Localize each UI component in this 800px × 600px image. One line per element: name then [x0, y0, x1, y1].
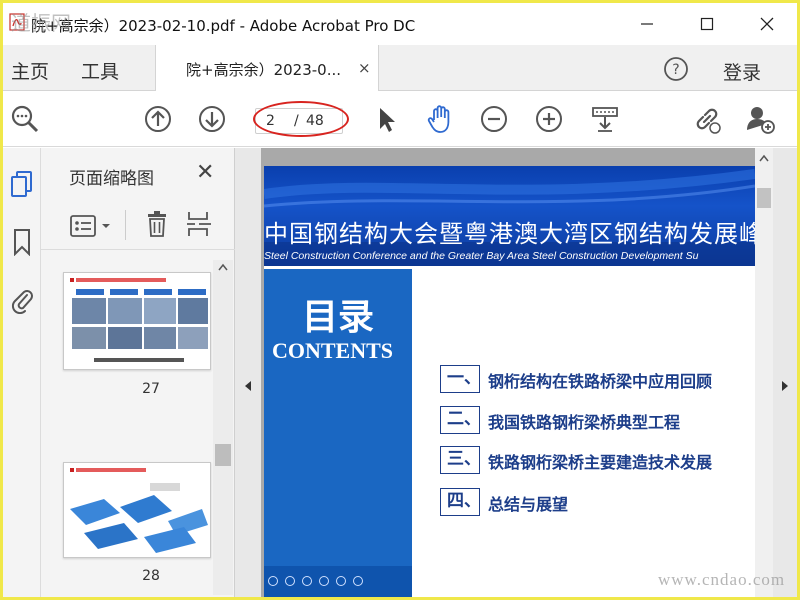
previous-page-icon[interactable]: [142, 103, 174, 135]
toc-number: 一、: [440, 365, 481, 393]
select-tool-icon[interactable]: [370, 103, 402, 135]
toc-text: 钢桁结构在铁路桥梁中应用回顾: [488, 372, 713, 391]
thumbnails-icon[interactable]: [10, 170, 34, 198]
thumbnail-page-number: 28: [142, 568, 160, 584]
slide-title-en: CONTENTS: [272, 338, 394, 363]
tab-home[interactable]: 主页: [11, 57, 49, 84]
toc-number: 四、: [440, 488, 481, 516]
tab-bar: 主页 工具 院+高宗余）2023-0... × ? 登录: [3, 45, 797, 91]
delete-page-icon[interactable]: [145, 210, 169, 238]
split-page-icon[interactable]: [185, 210, 213, 238]
add-user-icon[interactable]: [745, 103, 777, 135]
close-tab-icon[interactable]: ×: [358, 59, 371, 77]
toc-text: 我国铁路钢桁梁桥典型工程: [488, 413, 681, 432]
scroll-up-icon[interactable]: [759, 154, 769, 162]
login-button[interactable]: 登录: [723, 58, 761, 85]
scroll-up-icon[interactable]: [218, 263, 228, 271]
toc-text: 总结与展望: [488, 495, 569, 514]
pdf-page: 中国钢结构大会暨粤港澳大湾区钢结构发展峰 Steel Construction …: [264, 166, 755, 597]
thumbnail-page-27[interactable]: [63, 272, 211, 370]
panel-title: 页面缩略图: [69, 169, 154, 189]
toc-number: 二、: [440, 406, 481, 434]
document-tab-label: 院+高宗余）2023-0...: [186, 61, 342, 79]
thumbnail-page-28[interactable]: [63, 462, 211, 558]
help-icon[interactable]: ?: [662, 55, 690, 83]
tab-tools[interactable]: 工具: [81, 57, 119, 84]
collapse-left-icon[interactable]: [244, 380, 252, 392]
tab-document[interactable]: 院+高宗余）2023-0... ×: [155, 45, 379, 91]
scrollbar-thumb[interactable]: [215, 444, 231, 466]
svg-text:?: ?: [672, 62, 679, 78]
scrollbar-thumb[interactable]: [757, 188, 771, 208]
zoom-search-icon[interactable]: [9, 103, 41, 135]
window-title: 院+高宗余）2023-02-10.pdf - Adobe Acrobat Pro…: [31, 17, 416, 35]
attachments-icon[interactable]: [10, 286, 34, 314]
expand-right-icon[interactable]: [781, 380, 789, 392]
left-collapse-strip[interactable]: [235, 148, 261, 597]
slide-title-cn: 目录: [302, 297, 375, 338]
slide-banner: 中国钢结构大会暨粤港澳大湾区钢结构发展峰 Steel Construction …: [264, 166, 755, 266]
page-number-highlight: [253, 101, 349, 137]
banner-title-cn: 中国钢结构大会暨粤港澳大湾区钢结构发展峰: [264, 220, 755, 248]
banner-title-en: Steel Construction Conference and the Gr…: [264, 250, 699, 262]
page-display-icon[interactable]: [589, 103, 621, 135]
maximize-icon: [700, 17, 714, 31]
hand-tool-icon[interactable]: [424, 103, 456, 135]
thumbnail-image: [70, 278, 208, 362]
close-window-button[interactable]: [747, 9, 787, 39]
thumbnail-image: [70, 468, 208, 553]
thumbnails-scrollbar[interactable]: [213, 260, 233, 595]
minimize-button[interactable]: [627, 9, 667, 39]
slide-nav-dots: [268, 576, 363, 586]
toc-number: 三、: [440, 446, 481, 474]
panel-close-icon[interactable]: ✕: [196, 160, 214, 185]
thumbnail-page-number: 27: [142, 381, 160, 397]
thumbnail-options-icon[interactable]: [69, 214, 113, 238]
maximize-button[interactable]: [687, 9, 727, 39]
watermark-top-left: 道振网: [11, 13, 71, 35]
toolbar-divider: [125, 210, 126, 240]
zoom-out-icon[interactable]: [478, 103, 510, 135]
thumbnails-panel: 页面缩略图 ✕ 27 28: [41, 148, 235, 597]
minimize-icon: [641, 23, 653, 25]
title-bar: 院+高宗余）2023-02-10.pdf - Adobe Acrobat Pro…: [3, 3, 797, 45]
document-scrollbar[interactable]: [755, 148, 773, 597]
next-page-icon[interactable]: [196, 103, 228, 135]
watermark-bottom-right: www.cndao.com: [658, 570, 786, 589]
panel-toolbar: [41, 198, 235, 250]
share-link-icon[interactable]: [691, 103, 723, 135]
toc-text: 铁路钢桁梁桥主要建造技术发展: [488, 453, 713, 472]
right-collapse-strip[interactable]: [773, 148, 797, 597]
close-icon: [760, 17, 774, 31]
toolbar: 2 / 48: [3, 91, 797, 147]
acrobat-window: 院+高宗余）2023-02-10.pdf - Adobe Acrobat Pro…: [3, 3, 797, 597]
bookmarks-icon[interactable]: [10, 228, 34, 256]
zoom-in-icon[interactable]: [533, 103, 565, 135]
navigation-rail: [3, 148, 41, 597]
document-view[interactable]: 中国钢结构大会暨粤港澳大湾区钢结构发展峰 Steel Construction …: [261, 148, 755, 597]
